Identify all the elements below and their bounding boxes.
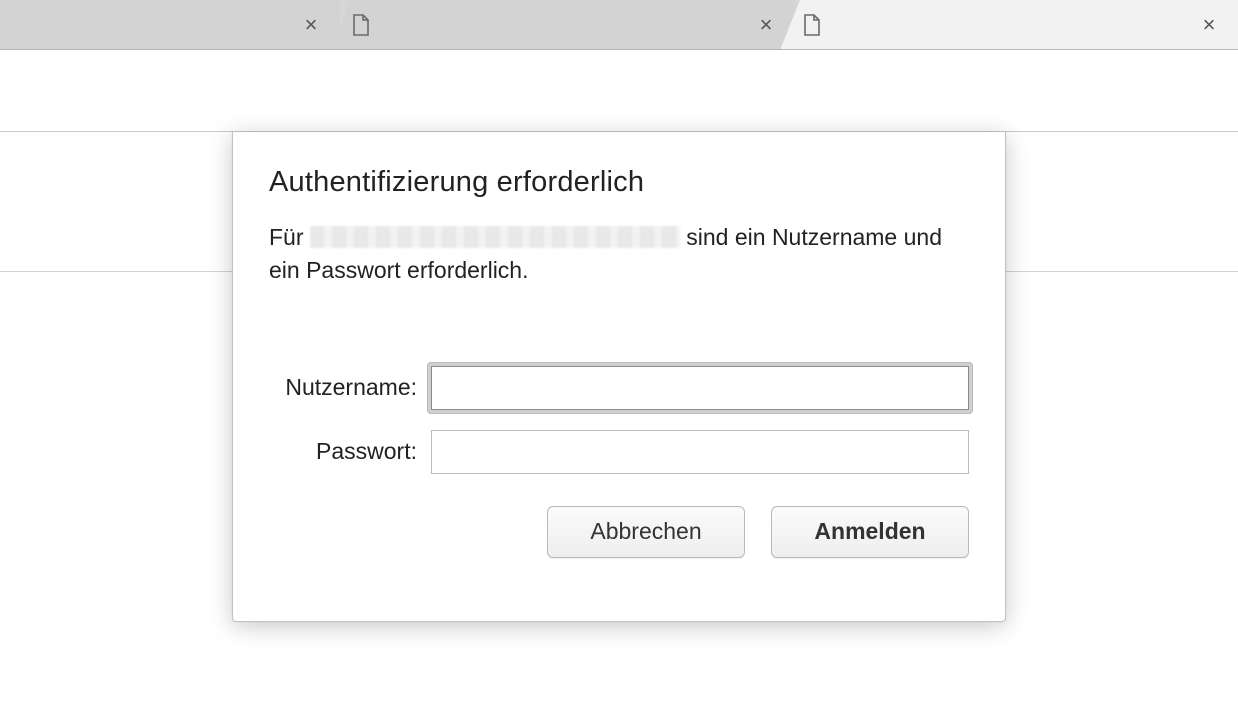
file-icon xyxy=(803,13,823,37)
username-input[interactable] xyxy=(431,366,969,410)
password-row: Passwort: xyxy=(269,430,969,474)
tab-strip: × × × xyxy=(0,0,1238,50)
submit-button[interactable]: Anmelden xyxy=(771,506,969,558)
close-icon[interactable]: × xyxy=(1196,12,1222,38)
page-content: Authentifizierung erforderlich Für sind … xyxy=(0,132,1238,712)
username-row: Nutzername: xyxy=(269,366,969,410)
close-icon[interactable]: × xyxy=(753,12,779,38)
auth-dialog: Authentifizierung erforderlich Für sind … xyxy=(232,132,1006,622)
browser-tab-2[interactable]: × xyxy=(330,0,795,50)
username-label: Nutzername: xyxy=(269,374,431,401)
close-icon[interactable]: × xyxy=(298,12,324,38)
cancel-button[interactable]: Abbrechen xyxy=(547,506,745,558)
password-label: Passwort: xyxy=(269,438,431,465)
browser-tab-3-active[interactable]: × xyxy=(780,0,1238,50)
dialog-actions: Abbrechen Anmelden xyxy=(269,506,969,558)
redacted-url xyxy=(310,226,680,248)
dialog-title: Authentifizierung erforderlich xyxy=(269,166,969,199)
browser-toolbar xyxy=(0,50,1238,132)
dialog-message: Für sind ein Nutzername und ein Passwort… xyxy=(269,221,969,288)
password-input[interactable] xyxy=(431,430,969,474)
browser-tab-1[interactable]: × xyxy=(0,0,340,50)
message-prefix: Für xyxy=(269,224,310,250)
auth-form: Nutzername: Passwort: Abbrechen Anmelden xyxy=(269,366,969,558)
file-icon xyxy=(352,13,372,37)
